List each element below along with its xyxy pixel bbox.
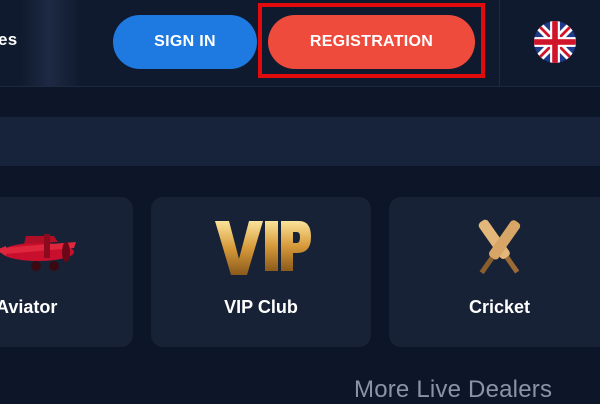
card-label-vip-club: VIP Club bbox=[224, 297, 298, 317]
search-bar[interactable] bbox=[0, 117, 600, 166]
top-header: es SIGN IN REGISTRATION bbox=[0, 0, 600, 87]
header-glow bbox=[20, 0, 80, 86]
vip-icon bbox=[213, 215, 313, 284]
card-label-aviator: Aviator bbox=[0, 297, 58, 317]
card-label-cricket: Cricket bbox=[468, 297, 531, 317]
sign-in-button[interactable]: SIGN IN bbox=[113, 15, 257, 69]
nav-link-partial[interactable]: es bbox=[0, 30, 18, 50]
airplane-icon bbox=[0, 222, 86, 283]
cricket-bats-icon bbox=[470, 212, 528, 287]
uk-flag-icon[interactable] bbox=[534, 21, 576, 63]
registration-highlight-box bbox=[258, 3, 485, 78]
header-divider bbox=[499, 0, 500, 86]
